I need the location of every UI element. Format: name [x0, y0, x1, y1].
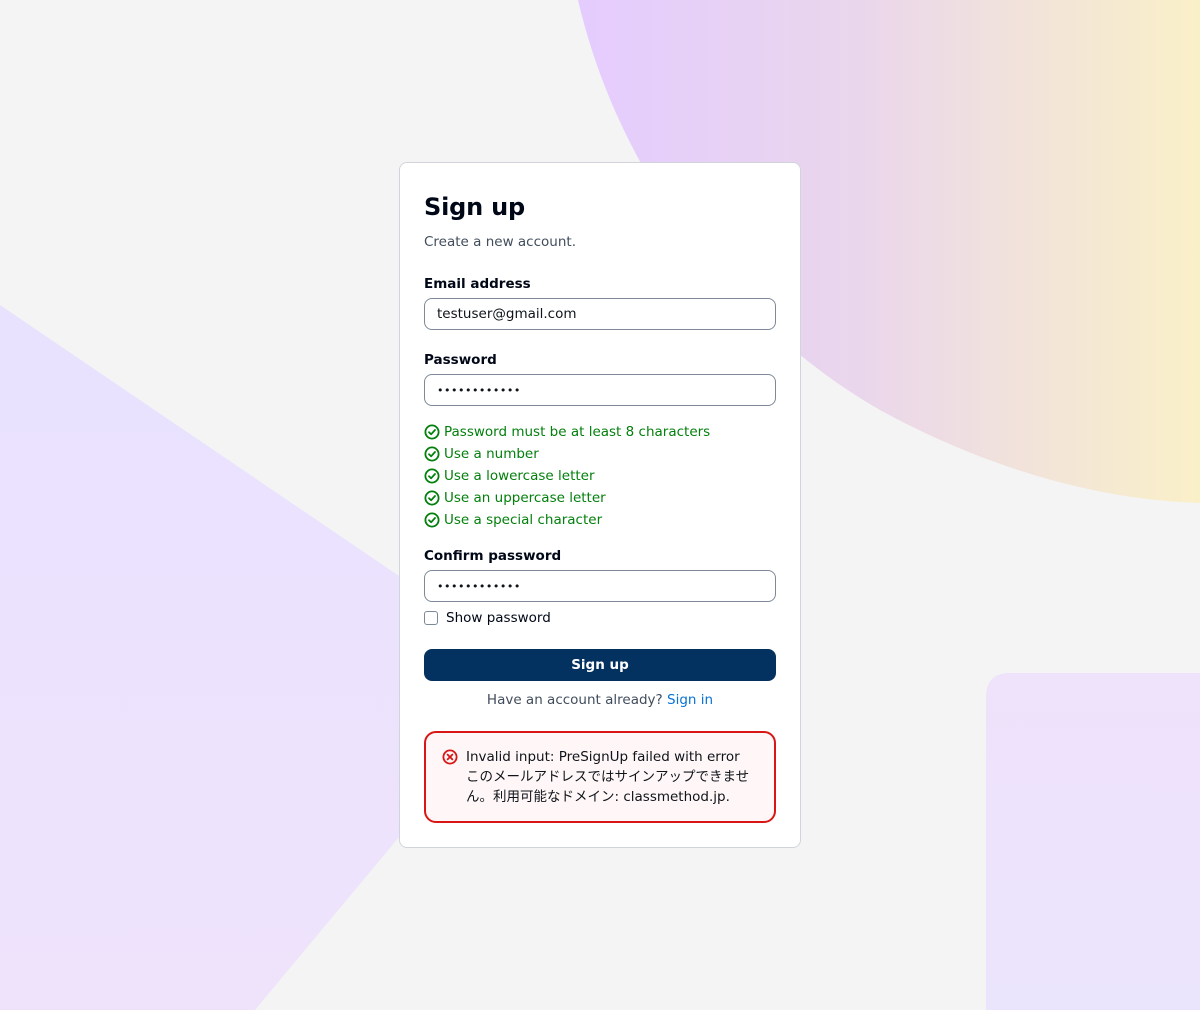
confirm-password-label: Confirm password — [424, 548, 562, 564]
show-password-toggle[interactable]: Show password — [424, 610, 551, 626]
check-circle-icon — [424, 424, 440, 440]
error-circle-icon — [442, 749, 458, 765]
bottom-right-blob — [986, 673, 1200, 1010]
show-password-checkbox[interactable] — [424, 611, 438, 625]
password-rule-text: Use a special character — [444, 512, 603, 528]
page-title: Sign up — [424, 193, 525, 221]
password-label: Password — [424, 352, 497, 368]
password-rules-list: Password must be at least 8 characters U… — [424, 421, 710, 531]
check-circle-icon — [424, 490, 440, 506]
check-circle-icon — [424, 446, 440, 462]
password-rule-text: Use a number — [444, 446, 539, 462]
sign-in-link[interactable]: Sign in — [667, 692, 713, 708]
password-rule-text: Password must be at least 8 characters — [444, 424, 711, 440]
signup-card: Sign up Create a new account. Email addr… — [399, 162, 801, 848]
password-input[interactable] — [424, 374, 776, 406]
error-alert: Invalid input: PreSignUp failed with err… — [424, 731, 776, 823]
password-rule-length: Password must be at least 8 characters — [424, 421, 710, 443]
sign-up-button[interactable]: Sign up — [424, 649, 776, 681]
show-password-label: Show password — [446, 610, 551, 626]
password-rule-uppercase: Use an uppercase letter — [424, 487, 710, 509]
password-rule-special: Use a special character — [424, 509, 710, 531]
password-rule-lowercase: Use a lowercase letter — [424, 465, 710, 487]
signin-prompt: Have an account already? Sign in — [424, 690, 776, 710]
left-blob — [0, 305, 405, 1010]
check-circle-icon — [424, 512, 440, 528]
password-rule-text: Use an uppercase letter — [444, 490, 606, 506]
password-rule-text: Use a lowercase letter — [444, 468, 595, 484]
confirm-password-input[interactable] — [424, 570, 776, 602]
email-input[interactable] — [424, 298, 776, 330]
password-rule-number: Use a number — [424, 443, 710, 465]
have-account-text: Have an account already? — [486, 692, 663, 708]
page-subtitle: Create a new account. — [424, 234, 576, 250]
error-message: Invalid input: PreSignUp failed with err… — [466, 749, 750, 805]
email-label: Email address — [424, 276, 531, 292]
check-circle-icon — [424, 468, 440, 484]
